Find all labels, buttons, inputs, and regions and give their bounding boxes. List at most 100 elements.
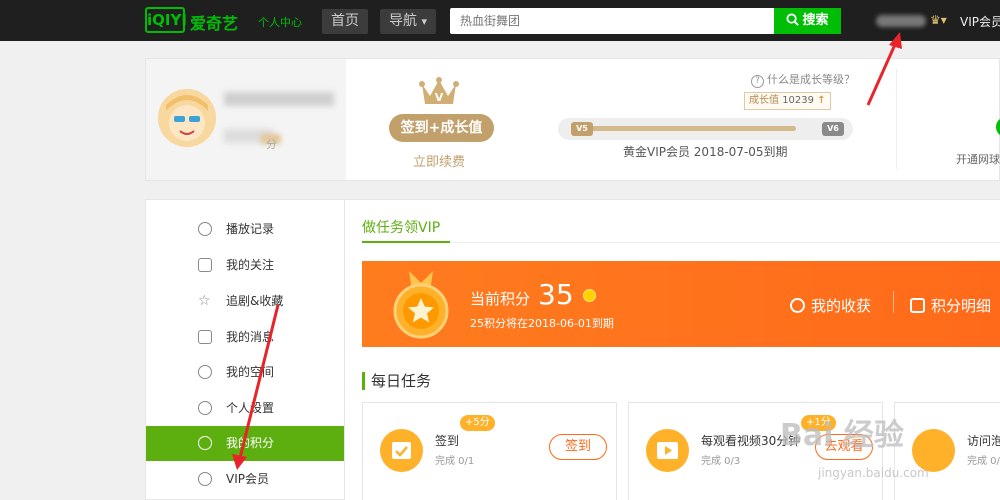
sidebar-item-label: 个人设置 — [226, 401, 275, 415]
open-service-label[interactable]: 开通网球 — [956, 151, 1000, 167]
task-reward-badge: +1分 — [801, 415, 836, 431]
sign-in-growth-button[interactable]: 签到+成长值 — [389, 114, 494, 142]
sign-in-button[interactable]: 签到 — [549, 434, 607, 460]
current-points-label: 当前积分 — [470, 290, 531, 308]
brand-subtitle: 个人中心 — [258, 16, 302, 29]
task-card-visit-bubble: 访问泡 完成 0/ — [894, 402, 1000, 500]
tab-active-underline — [362, 241, 450, 243]
my-harvest-link[interactable]: 我的收获 — [790, 295, 871, 316]
tab-tasks-vip[interactable]: 做任务领VIP — [362, 217, 440, 237]
star-icon: ☆ — [198, 293, 211, 309]
sidebar: 播放记录 我的关注 ☆ 追剧&收藏 我的消息 我的空间 个人设置 我的积分 VIP… — [145, 199, 345, 500]
money-bag-icon — [790, 298, 805, 313]
username-blurred-text — [224, 92, 334, 106]
chevron-down-icon: ▾ — [421, 15, 427, 28]
iqiyi-logo[interactable]: iQIYI — [145, 7, 187, 33]
book-icon — [198, 258, 212, 272]
main-content: 做任务领VIP 当前积分 35 25积分将在2018-06-01到期 我的收获 … — [345, 199, 1000, 500]
nav-guide-button[interactable]: 导航 ▾ — [380, 9, 436, 34]
score-suffix: 分 — [266, 138, 277, 151]
sidebar-item-favorites[interactable]: ☆ 追剧&收藏 — [146, 284, 344, 319]
banner-divider — [893, 291, 894, 313]
growth-progress-bar: V5 V6 — [558, 118, 853, 140]
person-icon — [198, 365, 212, 379]
nav-guide-label: 导航 — [389, 13, 417, 29]
coin-icon — [583, 289, 596, 302]
sidebar-item-vip[interactable]: VIP会员 — [146, 462, 344, 497]
vip-icon — [198, 472, 212, 486]
points-banner: 当前积分 35 25积分将在2018-06-01到期 我的收获 积分明细 — [362, 261, 1000, 347]
task-title: 访问泡 — [967, 434, 1000, 448]
vip-expire-text: 黄金VIP会员 2018-07-05到期 — [623, 145, 788, 159]
play-icon — [646, 429, 689, 472]
daily-tasks-title: 每日任务 — [362, 372, 431, 390]
task-progress: 完成 0/3 — [701, 456, 741, 467]
points-detail-link[interactable]: 积分明细 — [910, 295, 991, 316]
search-input[interactable] — [450, 8, 775, 34]
task-title: 签到 — [435, 434, 460, 448]
svg-text:V: V — [435, 91, 444, 104]
sidebar-item-label: VIP会员 — [226, 472, 269, 486]
sidebar-item-label: 我的积分 — [226, 436, 275, 450]
nav-home-button[interactable]: 首页 — [322, 9, 368, 34]
vip-crown-icon: V — [419, 77, 459, 104]
top-navbar: iQIYI 爱奇艺 个人中心 首页 导航 ▾ 搜索 ♛▾ VIP会员 — [0, 0, 1000, 41]
sidebar-item-label: 我的空间 — [226, 365, 275, 379]
points-detail-label: 积分明细 — [931, 297, 992, 315]
go-watch-button[interactable]: 去观看 — [815, 434, 873, 460]
gear-icon — [198, 401, 212, 415]
bubble-icon — [912, 429, 955, 472]
nav-home-label: 首页 — [331, 13, 359, 29]
sidebar-item-label: 我的消息 — [226, 330, 275, 344]
coin-icon — [198, 436, 212, 450]
growth-progress-fill — [572, 126, 796, 131]
task-progress: 完成 0/ — [967, 456, 1000, 467]
sidebar-item-label: 我的关注 — [226, 258, 275, 272]
sidebar-item-points[interactable]: 我的积分 — [146, 426, 344, 461]
my-harvest-label: 我的收获 — [811, 297, 872, 315]
current-points-value: 35 — [538, 278, 574, 311]
growth-value: 10239 — [782, 95, 814, 106]
search-button-label: 搜索 — [802, 13, 829, 28]
task-card-sign-in: +5分 签到 完成 0/1 签到 — [362, 402, 617, 500]
profile-divider — [896, 69, 897, 169]
mail-icon — [198, 330, 212, 344]
question-icon: ? — [751, 75, 764, 88]
vip-member-link[interactable]: VIP会员 — [960, 13, 1000, 30]
sidebar-item-settings[interactable]: 个人设置 — [146, 391, 344, 426]
sidebar-item-following[interactable]: 我的关注 — [146, 248, 344, 283]
profile-user-panel: 分 — [146, 59, 346, 180]
sidebar-item-label: 播放记录 — [226, 222, 275, 236]
clock-icon — [198, 222, 212, 236]
search-icon — [786, 13, 800, 26]
crown-icon[interactable]: ♛▾ — [930, 13, 947, 27]
medal-star-icon — [393, 271, 449, 339]
sidebar-item-messages[interactable]: 我的消息 — [146, 320, 344, 355]
coins-icon — [910, 298, 925, 313]
level-badge-next: V6 — [822, 122, 844, 136]
growth-label: 成长值 — [749, 95, 779, 106]
calendar-check-icon — [380, 429, 423, 472]
open-service-icon[interactable] — [996, 117, 1000, 137]
growth-value-tag: 成长值 10239 ↑ — [744, 92, 831, 110]
task-reward-badge: +5分 — [460, 415, 495, 431]
renew-link[interactable]: 立即续费 — [413, 151, 465, 170]
sidebar-item-history[interactable]: 播放记录 — [146, 212, 344, 247]
task-progress: 完成 0/1 — [435, 456, 475, 467]
avatar-face-icon — [158, 89, 216, 147]
tab-divider — [362, 242, 1000, 243]
search-button[interactable]: 搜索 — [774, 8, 841, 34]
profile-card: 分 V 签到+成长值 立即续费 ? 什么是成长等级？ 成长值 10239 ↑ V5… — [145, 58, 1000, 181]
username-blurred[interactable] — [876, 15, 926, 27]
arrow-up-icon: ↑ — [817, 95, 826, 106]
level-badge-current: V5 — [571, 122, 593, 136]
search-field[interactable] — [450, 8, 775, 34]
help-text: 什么是成长等级？ — [767, 73, 855, 86]
points-expire-text: 25积分将在2018-06-01到期 — [470, 317, 614, 330]
avatar[interactable] — [158, 89, 216, 147]
brand-name[interactable]: 爱奇艺 — [190, 10, 238, 34]
growth-level-help-link[interactable]: ? 什么是成长等级？ — [751, 71, 855, 88]
sidebar-item-label: 追剧&收藏 — [226, 294, 284, 308]
task-card-watch-video: +1分 每观看视频30分钟 完成 0/3 去观看 — [628, 402, 883, 500]
sidebar-item-space[interactable]: 我的空间 — [146, 355, 344, 390]
